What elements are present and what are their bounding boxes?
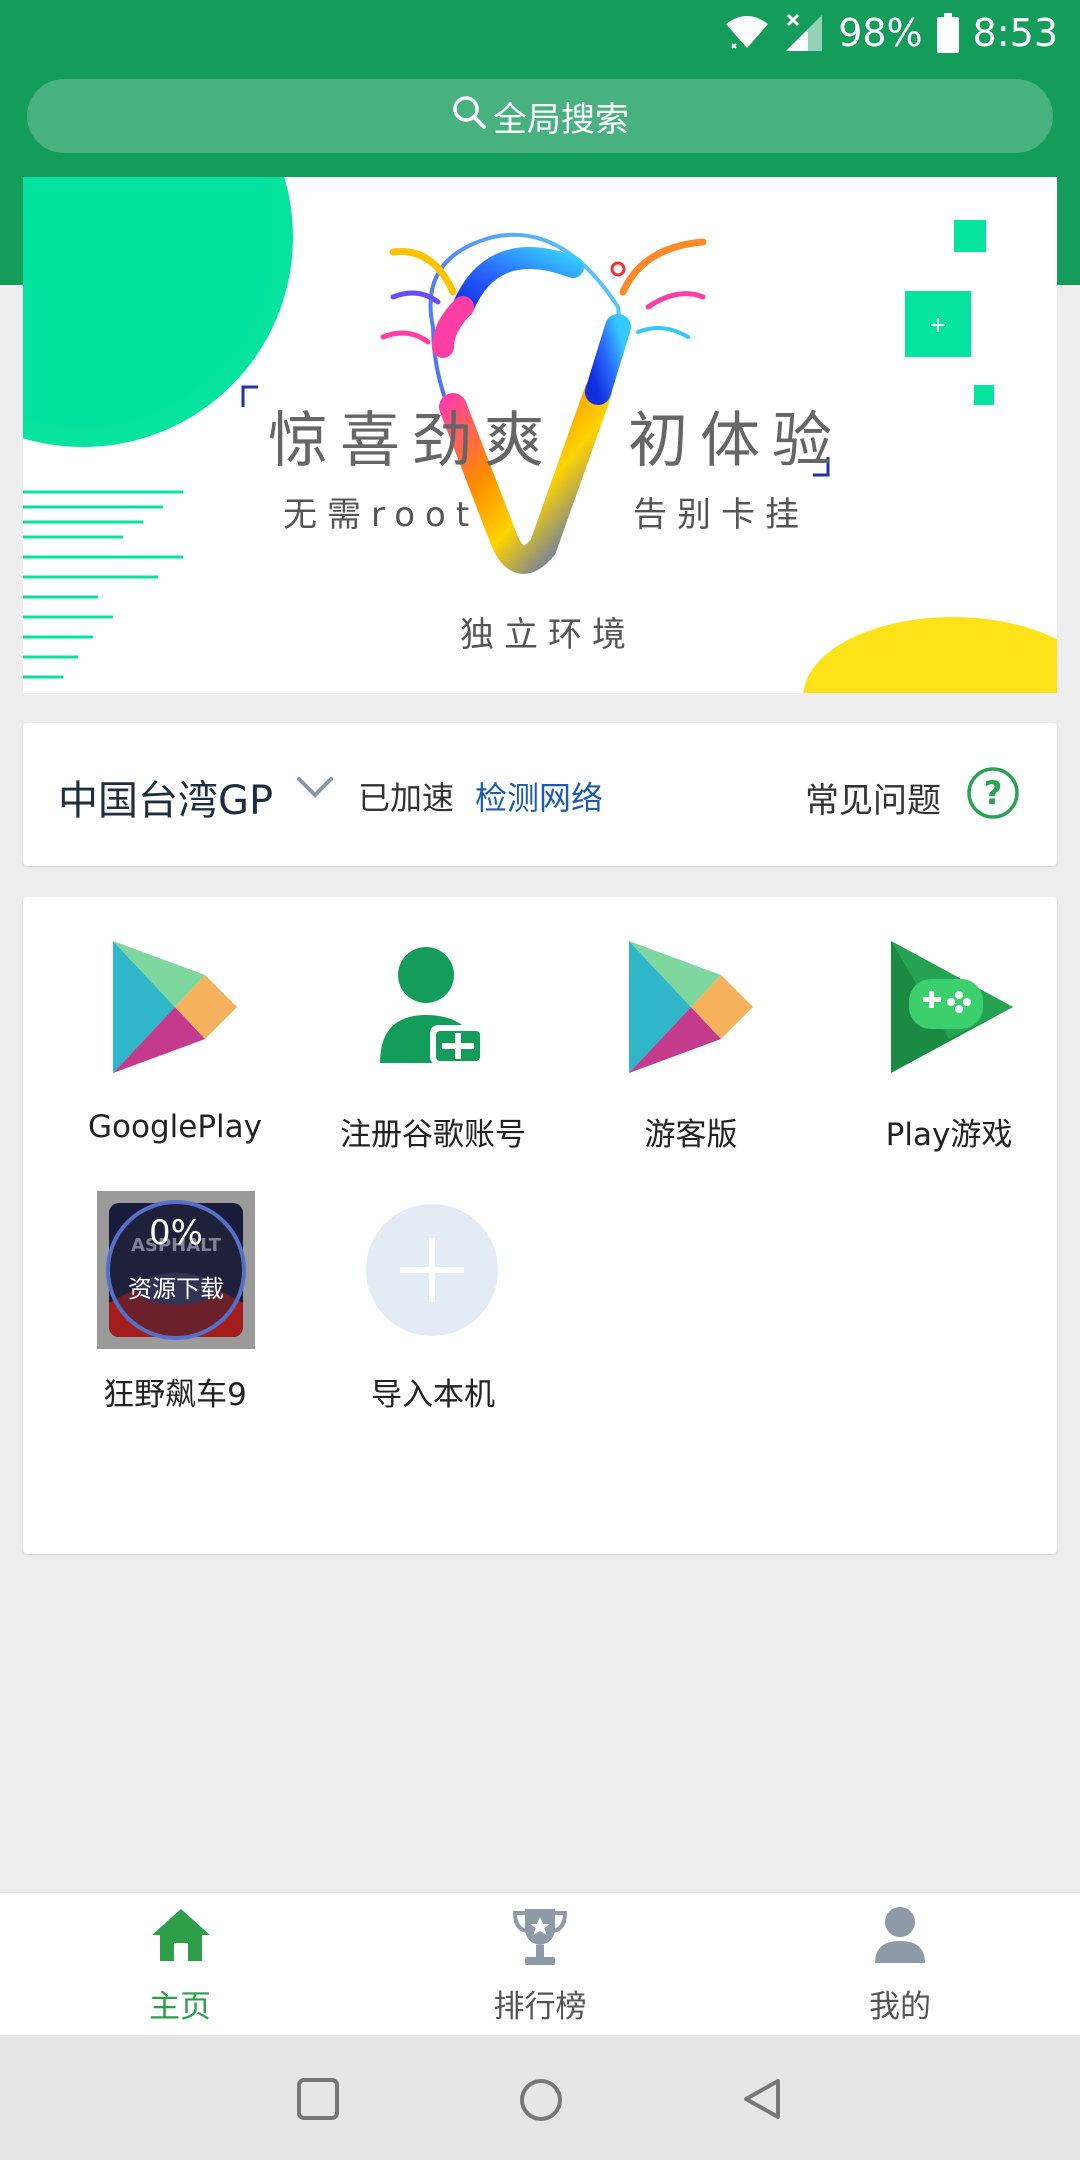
network-status-card: 中国台湾GP 已加速 检测网络 常见问题 ? (23, 723, 1057, 866)
banner-feature-no-cheats: 告别卡挂 (633, 495, 809, 535)
app-label: Play游戏 (885, 1117, 1013, 1153)
bottom-navigation: 主页 排行榜 我的 (0, 1892, 1080, 2036)
wifi-icon (724, 14, 770, 52)
download-status-label: 资源下载 (128, 1275, 224, 1303)
play-games-icon (889, 939, 1015, 1079)
back-icon[interactable] (740, 2077, 784, 2125)
register-google-account-icon (378, 945, 488, 1069)
tab-profile[interactable]: 我的 (800, 1893, 1000, 2036)
home-circle-icon[interactable] (518, 2077, 564, 2127)
svg-text:?: ? (984, 774, 1003, 812)
app-grid-card: GooglePlay 注册谷歌账号 游客版 Play游戏 0% 资源下载 狂野飙… (23, 897, 1057, 1554)
app-tile-googleplay[interactable]: GooglePlay (45, 897, 305, 1167)
chevron-down-icon[interactable] (295, 773, 335, 807)
check-network-link[interactable]: 检测网络 (475, 773, 603, 819)
status-bar: 98% 8:53 (0, 0, 1080, 66)
add-icon (365, 1203, 499, 1341)
acceleration-status: 已加速 (358, 779, 455, 817)
clock: 8:53 (972, 11, 1058, 55)
system-navigation-bar (0, 2035, 1080, 2160)
app-label: 注册谷歌账号 (340, 1117, 526, 1153)
banner-headline: 惊喜劲爽 初体验 (268, 406, 844, 476)
promo-banner[interactable]: + 惊喜劲爽 初体验 无需root 告别卡挂 独立环境 (23, 177, 1057, 693)
region-selector[interactable]: 中国台湾GP (58, 768, 273, 826)
app-label: 游客版 (644, 1117, 738, 1153)
faq-link[interactable]: 常见问题 (805, 773, 941, 822)
app-label: GooglePlay (88, 1109, 262, 1145)
help-icon[interactable]: ? (966, 766, 1020, 824)
svg-text:+: + (929, 313, 947, 338)
battery-icon (936, 13, 959, 53)
search-icon (451, 94, 493, 139)
tab-profile-label: 我的 (869, 1989, 931, 2025)
app-tile-guest[interactable]: 游客版 (561, 897, 821, 1167)
search-label: 全局搜索 (493, 99, 629, 140)
google-play-icon (625, 937, 757, 1081)
app-tile-asphalt9[interactable]: ASPHALT 0% 资源下载 狂野飙车9 (45, 1161, 305, 1431)
tab-home[interactable]: 主页 (80, 1893, 280, 2036)
banner-feature-isolated: 独立环境 (460, 615, 636, 655)
home-icon (150, 1907, 212, 1967)
app-tile-register-google[interactable]: 注册谷歌账号 (303, 897, 563, 1167)
battery-percent: 98% (838, 11, 923, 55)
tab-leaderboard-label: 排行榜 (493, 1989, 587, 2025)
app-label: 导入本机 (371, 1377, 495, 1413)
app-tile-import-local[interactable]: 导入本机 (303, 1161, 563, 1431)
download-progress: 0% (149, 1213, 203, 1253)
app-label: 狂野飙车9 (103, 1377, 247, 1413)
banner-feature-no-root: 无需root (283, 495, 480, 535)
app-tile-play-games[interactable]: Play游戏 (819, 897, 1079, 1167)
tab-leaderboard[interactable]: 排行榜 (440, 1893, 640, 2036)
cell-signal-icon (784, 13, 824, 53)
user-icon (873, 1905, 927, 1969)
asphalt-9-icon: ASPHALT 0% 资源下载 (97, 1191, 255, 1349)
global-search-bar[interactable]: 全局搜索 (27, 79, 1053, 153)
recents-icon[interactable] (296, 2077, 340, 2125)
tab-home-label: 主页 (149, 1989, 211, 2025)
trophy-icon (511, 1905, 569, 1971)
google-play-icon (109, 937, 241, 1081)
